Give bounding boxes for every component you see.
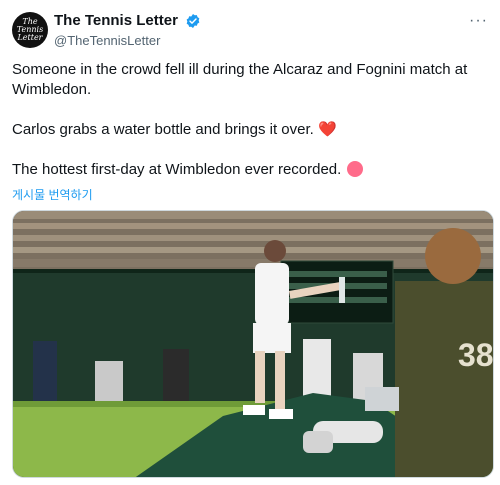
verified-badge-icon (187, 13, 200, 28)
tweet-line: Carlos grabs a water bottle and brings i… (12, 120, 482, 140)
avatar[interactable]: The Tennis Letter (12, 12, 48, 48)
hot-face-icon (347, 161, 364, 177)
translate-post-link[interactable]: 게시물 번역하기 (12, 186, 93, 203)
tweet-media-image[interactable]: 38 (12, 210, 494, 478)
display-name[interactable]: The Tennis Letter (54, 12, 178, 29)
author-block: The Tennis Letter @TheTennisLetter (54, 12, 201, 48)
tweet-header: The Tennis Letter The Tennis Letter @The… (12, 10, 488, 50)
handle[interactable]: @TheTennisLetter (54, 33, 201, 48)
more-options-icon[interactable]: ··· (469, 12, 488, 30)
tweet-line-text: Carlos grabs a water bottle and brings i… (12, 121, 314, 138)
tweet-line: Someone in the crowd fell ill during the… (12, 61, 468, 98)
tweet-text: Someone in the crowd fell ill during the… (12, 60, 482, 180)
tweet-line-text: The hottest first-day at Wimbledon ever … (12, 161, 342, 178)
heart-icon: ❤️ (318, 121, 337, 138)
tweet-line: The hottest first-day at Wimbledon ever … (12, 160, 482, 180)
shirt-number: 38 (458, 337, 494, 373)
wimbledon-photo: 38 (13, 211, 494, 477)
